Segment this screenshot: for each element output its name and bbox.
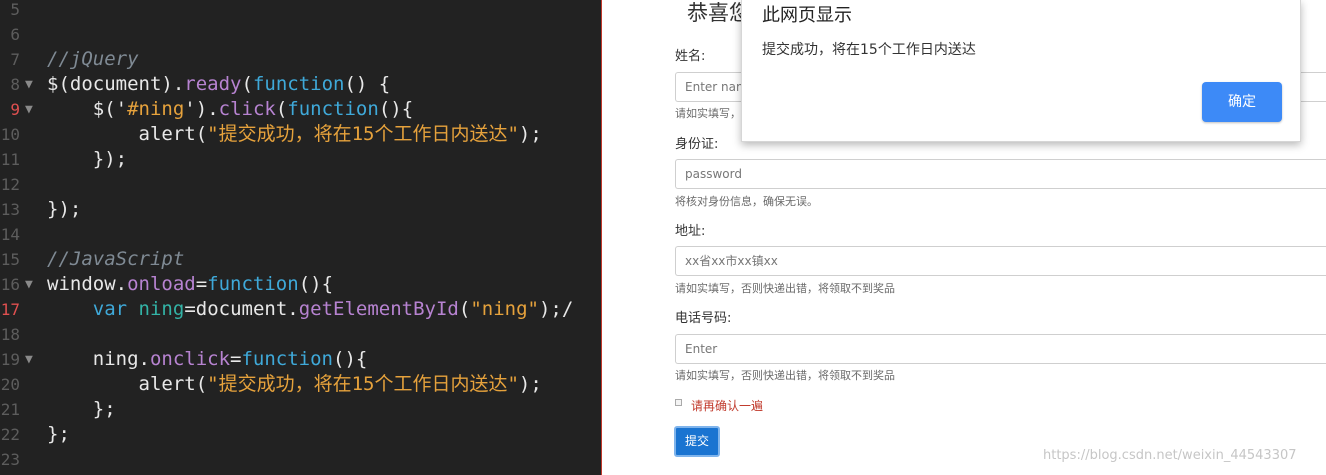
line-number: 6 bbox=[10, 25, 20, 44]
fold-arrow-icon[interactable]: ▼ bbox=[25, 97, 33, 122]
alert-title: 此网页显示 bbox=[762, 5, 852, 26]
line-number: 18 bbox=[0, 325, 20, 344]
line-number: 22 bbox=[0, 425, 20, 444]
code-text: ning.onclick=function(){ bbox=[47, 348, 368, 370]
code-line[interactable]: 5 bbox=[0, 0, 601, 22]
line-number: 12 bbox=[0, 175, 20, 194]
code-text: alert("提交成功，将在15个工作日内送达"); bbox=[47, 123, 542, 145]
code-text: }; bbox=[47, 398, 116, 420]
line-number: 7 bbox=[10, 50, 20, 69]
fold-arrow-icon[interactable]: ▼ bbox=[25, 347, 33, 372]
phone-help-text: 请如实填写，否则快递出错，将领取不到奖品 bbox=[675, 369, 895, 382]
line-number: 15 bbox=[0, 250, 20, 269]
fold-arrow-icon[interactable]: ▼ bbox=[25, 272, 33, 297]
line-number: 20 bbox=[0, 375, 20, 394]
name-help-text: 请如实填写， bbox=[675, 107, 741, 120]
code-text: $(document).ready(function() { bbox=[47, 73, 391, 95]
code-text: $('#ning').click(function(){ bbox=[47, 98, 414, 120]
code-line[interactable]: 18 bbox=[0, 322, 601, 347]
watermark: https://blog.csdn.net/weixin_44543307 bbox=[1043, 448, 1297, 463]
code-line[interactable]: 22}; bbox=[0, 422, 601, 447]
fold-arrow-icon[interactable]: ▼ bbox=[25, 72, 33, 97]
submit-button[interactable]: 提交 bbox=[674, 426, 720, 457]
code-text: window.onload=function(){ bbox=[47, 273, 334, 295]
line-number: 13 bbox=[0, 200, 20, 219]
code-text: alert("提交成功，将在15个工作日内送达"); bbox=[47, 373, 542, 395]
id-card-input[interactable]: password bbox=[675, 159, 1326, 189]
code-line[interactable]: 8 ▼ $(document).ready(function() { bbox=[0, 72, 601, 97]
phone-input[interactable]: Enter bbox=[675, 334, 1326, 364]
code-text: //jQuery bbox=[47, 48, 139, 70]
code-text: }; bbox=[47, 423, 70, 445]
id-card-help-text: 将核对身份信息，确保无误。 bbox=[675, 195, 818, 208]
alert-dialog: 此网页显示 提交成功，将在15个工作日内送达 确定 bbox=[741, 0, 1301, 142]
code-line[interactable]: 7 //jQuery bbox=[0, 47, 601, 72]
confirm-checkbox[interactable] bbox=[675, 399, 682, 406]
line-number: 10 bbox=[0, 125, 20, 144]
code-line[interactable]: 21 }; bbox=[0, 397, 601, 422]
code-line[interactable]: 12 bbox=[0, 172, 601, 197]
address-label: 地址: bbox=[675, 224, 706, 239]
code-line[interactable]: 16 ▼ window.onload=function(){ bbox=[0, 272, 601, 297]
code-text: }); bbox=[47, 198, 82, 220]
code-line[interactable]: 11 }); bbox=[0, 147, 601, 172]
code-text: }); bbox=[47, 148, 128, 170]
line-number: 23 bbox=[0, 450, 20, 469]
code-line[interactable]: 13}); bbox=[0, 197, 601, 222]
line-number: 9 bbox=[10, 100, 20, 119]
code-line[interactable]: 10 alert("提交成功，将在15个工作日内送达"); bbox=[0, 122, 601, 147]
line-number: 19 bbox=[0, 350, 20, 369]
code-line[interactable]: 19 ▼ ning.onclick=function(){ bbox=[0, 347, 601, 372]
phone-label: 电话号码: bbox=[675, 311, 732, 326]
code-text: //JavaScript bbox=[47, 248, 185, 270]
code-line[interactable]: 17 var ning=document.getElementById("nin… bbox=[0, 297, 601, 322]
code-line[interactable]: 9 ▼ $('#ning').click(function(){ bbox=[0, 97, 601, 122]
line-number: 5 bbox=[10, 0, 20, 19]
line-number: 17 bbox=[0, 300, 20, 319]
address-input[interactable]: xx省xx市xx镇xx bbox=[675, 246, 1326, 276]
code-line[interactable]: 6 bbox=[0, 22, 601, 47]
line-number: 11 bbox=[0, 150, 20, 169]
line-number: 21 bbox=[0, 400, 20, 419]
code-line[interactable]: 20 alert("提交成功，将在15个工作日内送达"); bbox=[0, 372, 601, 397]
code-line[interactable]: 14 bbox=[0, 222, 601, 247]
line-number: 16 bbox=[0, 275, 20, 294]
address-help-text: 请如实填写，否则快递出错，将领取不到奖品 bbox=[675, 282, 895, 295]
code-editor[interactable]: 5 6 7 //jQuery 8 ▼ $(document).ready(function(… bbox=[0, 0, 602, 475]
alert-message: 提交成功，将在15个工作日内送达 bbox=[762, 42, 976, 58]
code-line[interactable]: 23 bbox=[0, 447, 601, 472]
name-label: 姓名: bbox=[675, 49, 706, 64]
line-number: 8 bbox=[10, 75, 20, 94]
confirm-label[interactable]: 请再确认一遍 bbox=[691, 398, 763, 414]
alert-ok-button[interactable]: 确定 bbox=[1202, 82, 1282, 122]
id-card-label: 身份证: bbox=[675, 137, 719, 152]
code-line[interactable]: 15 //JavaScript bbox=[0, 247, 601, 272]
code-text: var ning=document.getElementById("ning")… bbox=[92, 298, 574, 320]
line-number: 14 bbox=[0, 225, 20, 244]
